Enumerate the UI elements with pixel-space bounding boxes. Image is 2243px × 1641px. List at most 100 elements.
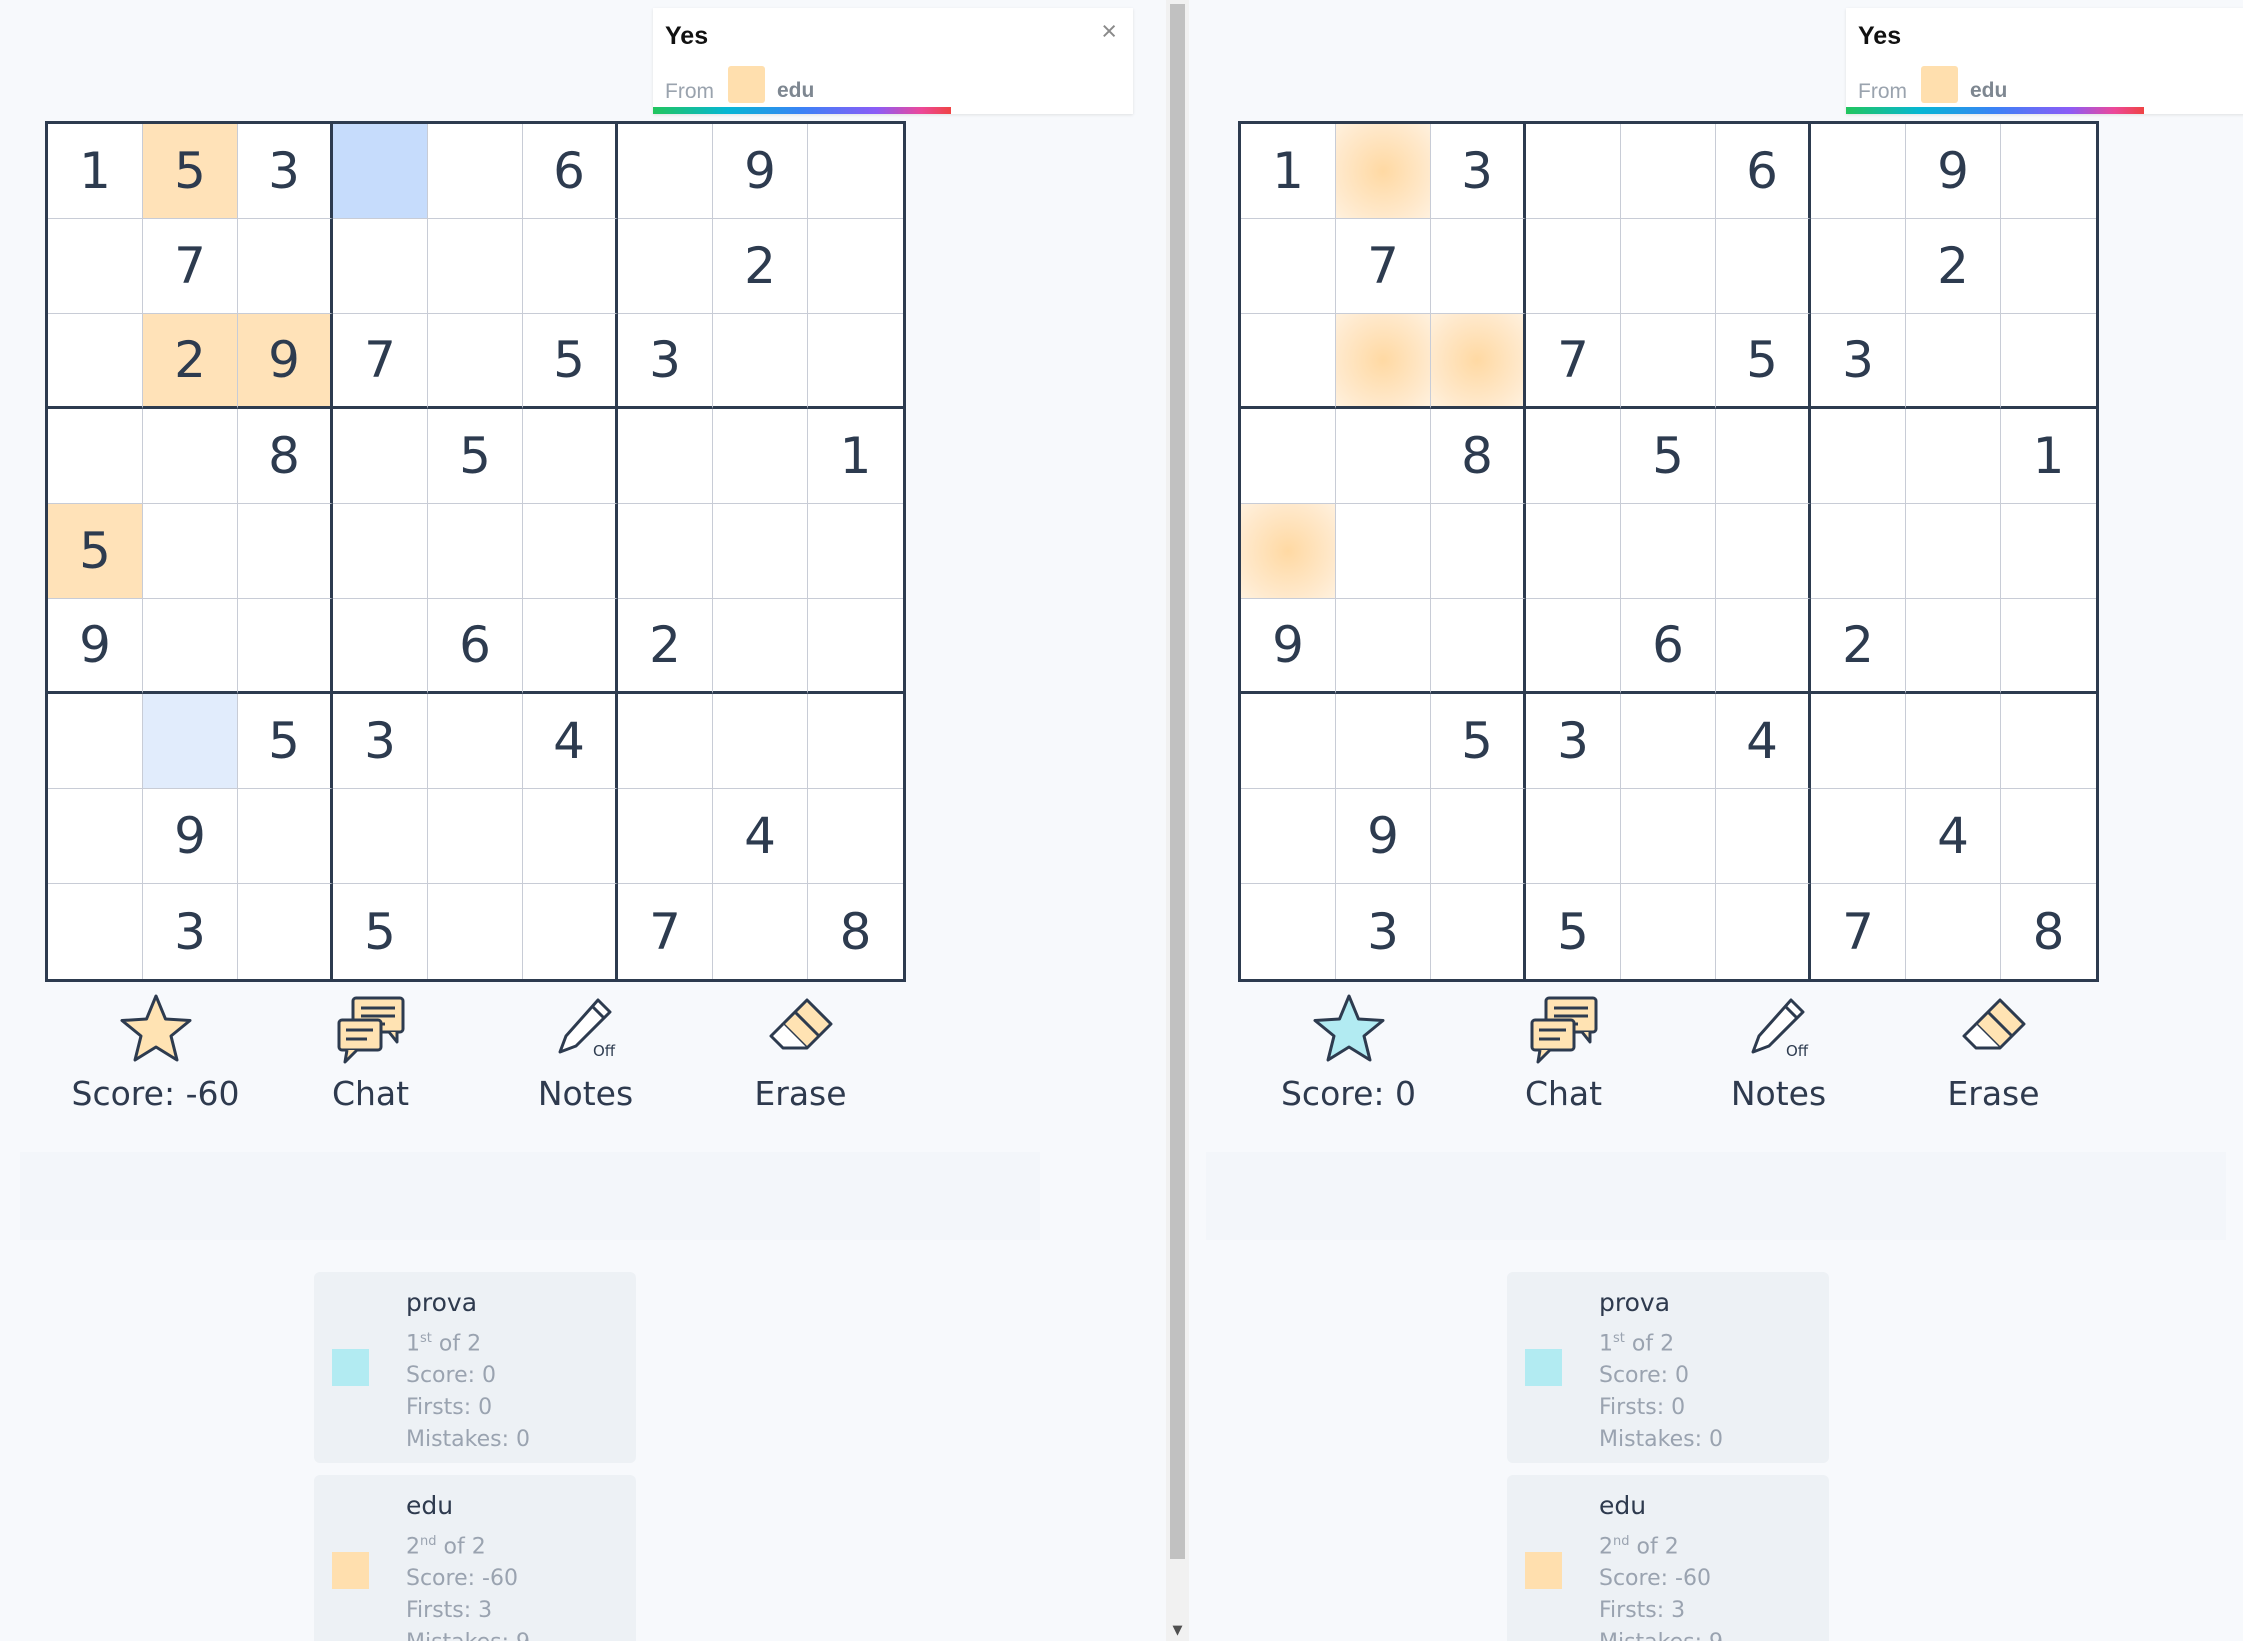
sudoku-cell[interactable]: 3 — [333, 694, 428, 789]
sudoku-cell[interactable]: 5 — [1431, 694, 1526, 789]
sudoku-cell[interactable] — [1811, 694, 1906, 789]
sudoku-cell[interactable] — [1241, 884, 1336, 979]
sudoku-cell[interactable] — [333, 504, 428, 599]
sudoku-cell[interactable]: 7 — [333, 314, 428, 409]
sudoku-cell[interactable]: 5 — [523, 314, 618, 409]
sudoku-cell[interactable]: 8 — [2001, 884, 2096, 979]
sudoku-cell[interactable] — [238, 504, 333, 599]
sudoku-cell[interactable]: 5 — [238, 694, 333, 789]
sudoku-cell[interactable] — [2001, 694, 2096, 789]
sudoku-cell[interactable] — [238, 599, 333, 694]
sudoku-cell[interactable]: 4 — [1716, 694, 1811, 789]
sudoku-cell[interactable]: 3 — [1431, 124, 1526, 219]
sudoku-cell[interactable] — [618, 124, 713, 219]
sudoku-cell[interactable] — [1431, 599, 1526, 694]
sudoku-cell[interactable] — [2001, 314, 2096, 409]
sudoku-cell[interactable]: 6 — [1716, 124, 1811, 219]
sudoku-cell[interactable] — [1716, 219, 1811, 314]
sudoku-cell[interactable] — [618, 694, 713, 789]
sudoku-cell[interactable] — [143, 694, 238, 789]
sudoku-cell[interactable] — [48, 789, 143, 884]
sudoku-cell[interactable]: 7 — [1526, 314, 1621, 409]
sudoku-cell[interactable] — [48, 409, 143, 504]
sudoku-cell[interactable] — [1716, 504, 1811, 599]
sudoku-cell[interactable] — [808, 504, 903, 599]
sudoku-cell[interactable] — [808, 124, 903, 219]
sudoku-cell[interactable] — [1526, 789, 1621, 884]
sudoku-cell[interactable] — [1906, 409, 2001, 504]
score-button[interactable]: Score: -60 — [48, 990, 263, 1140]
sudoku-cell[interactable] — [1906, 314, 2001, 409]
sudoku-cell[interactable] — [1621, 884, 1716, 979]
close-icon[interactable]: × — [1101, 18, 1117, 45]
sudoku-cell[interactable]: 5 — [48, 504, 143, 599]
sudoku-cell[interactable] — [1241, 504, 1336, 599]
sudoku-cell[interactable] — [1906, 884, 2001, 979]
sudoku-cell[interactable]: 5 — [428, 409, 523, 504]
sudoku-cell[interactable]: 9 — [1336, 789, 1431, 884]
sudoku-cell[interactable] — [238, 789, 333, 884]
sudoku-cell[interactable] — [48, 694, 143, 789]
sudoku-cell[interactable] — [1621, 124, 1716, 219]
sudoku-cell[interactable]: 3 — [238, 124, 333, 219]
sudoku-cell[interactable] — [1241, 789, 1336, 884]
sudoku-cell[interactable]: 8 — [808, 884, 903, 979]
sudoku-cell[interactable] — [1716, 789, 1811, 884]
chat-button[interactable]: Chat — [1456, 990, 1671, 1140]
scroll-down-arrow-icon[interactable]: ▼ — [1166, 1621, 1189, 1641]
sudoku-cell[interactable] — [1431, 789, 1526, 884]
sudoku-cell[interactable]: 5 — [1716, 314, 1811, 409]
sudoku-cell[interactable] — [333, 789, 428, 884]
sudoku-cell[interactable]: 6 — [428, 599, 523, 694]
sudoku-cell[interactable]: 1 — [1241, 124, 1336, 219]
sudoku-cell[interactable] — [1431, 219, 1526, 314]
sudoku-cell[interactable] — [523, 789, 618, 884]
sudoku-cell[interactable] — [333, 219, 428, 314]
sudoku-cell[interactable] — [1906, 599, 2001, 694]
sudoku-cell[interactable] — [1431, 504, 1526, 599]
sudoku-cell[interactable] — [1716, 599, 1811, 694]
sudoku-cell[interactable] — [1431, 884, 1526, 979]
sudoku-cell[interactable] — [1621, 789, 1716, 884]
sudoku-cell[interactable] — [1621, 314, 1716, 409]
sudoku-cell[interactable]: 5 — [333, 884, 428, 979]
sudoku-cell[interactable] — [1716, 409, 1811, 504]
sudoku-cell[interactable] — [808, 314, 903, 409]
sudoku-cell[interactable]: 1 — [48, 124, 143, 219]
sudoku-cell[interactable] — [1811, 124, 1906, 219]
sudoku-cell[interactable] — [2001, 789, 2096, 884]
sudoku-cell[interactable] — [523, 504, 618, 599]
sudoku-cell[interactable] — [523, 409, 618, 504]
sudoku-cell[interactable] — [1526, 599, 1621, 694]
sudoku-cell[interactable] — [1906, 694, 2001, 789]
sudoku-cell[interactable] — [618, 789, 713, 884]
sudoku-cell[interactable]: 4 — [1906, 789, 2001, 884]
sudoku-cell[interactable]: 8 — [238, 409, 333, 504]
sudoku-cell[interactable] — [1241, 314, 1336, 409]
sudoku-cell[interactable] — [808, 694, 903, 789]
notes-toggle-button[interactable]: Off Notes — [1671, 990, 1886, 1140]
sudoku-cell[interactable] — [143, 599, 238, 694]
sudoku-cell[interactable] — [1906, 504, 2001, 599]
sudoku-cell[interactable] — [2001, 504, 2096, 599]
sudoku-cell[interactable]: 1 — [2001, 409, 2096, 504]
sudoku-cell[interactable] — [1526, 124, 1621, 219]
sudoku-cell[interactable] — [1716, 884, 1811, 979]
sudoku-cell[interactable] — [1336, 599, 1431, 694]
sudoku-cell[interactable] — [428, 884, 523, 979]
sudoku-cell[interactable] — [1336, 694, 1431, 789]
sudoku-cell[interactable] — [333, 599, 428, 694]
sudoku-cell[interactable] — [333, 124, 428, 219]
sudoku-cell[interactable]: 9 — [1241, 599, 1336, 694]
erase-button[interactable]: Erase — [693, 990, 908, 1140]
sudoku-cell[interactable]: 1 — [808, 409, 903, 504]
chat-toast[interactable]: Yes × From edu — [1846, 8, 2243, 114]
score-button[interactable]: Score: 0 — [1241, 990, 1456, 1140]
sudoku-cell[interactable]: 2 — [1906, 219, 2001, 314]
sudoku-cell[interactable]: 5 — [1526, 884, 1621, 979]
sudoku-cell[interactable] — [238, 219, 333, 314]
sudoku-cell[interactable] — [1336, 314, 1431, 409]
sudoku-cell[interactable]: 3 — [1811, 314, 1906, 409]
sudoku-cell[interactable]: 7 — [1336, 219, 1431, 314]
sudoku-cell[interactable]: 9 — [143, 789, 238, 884]
